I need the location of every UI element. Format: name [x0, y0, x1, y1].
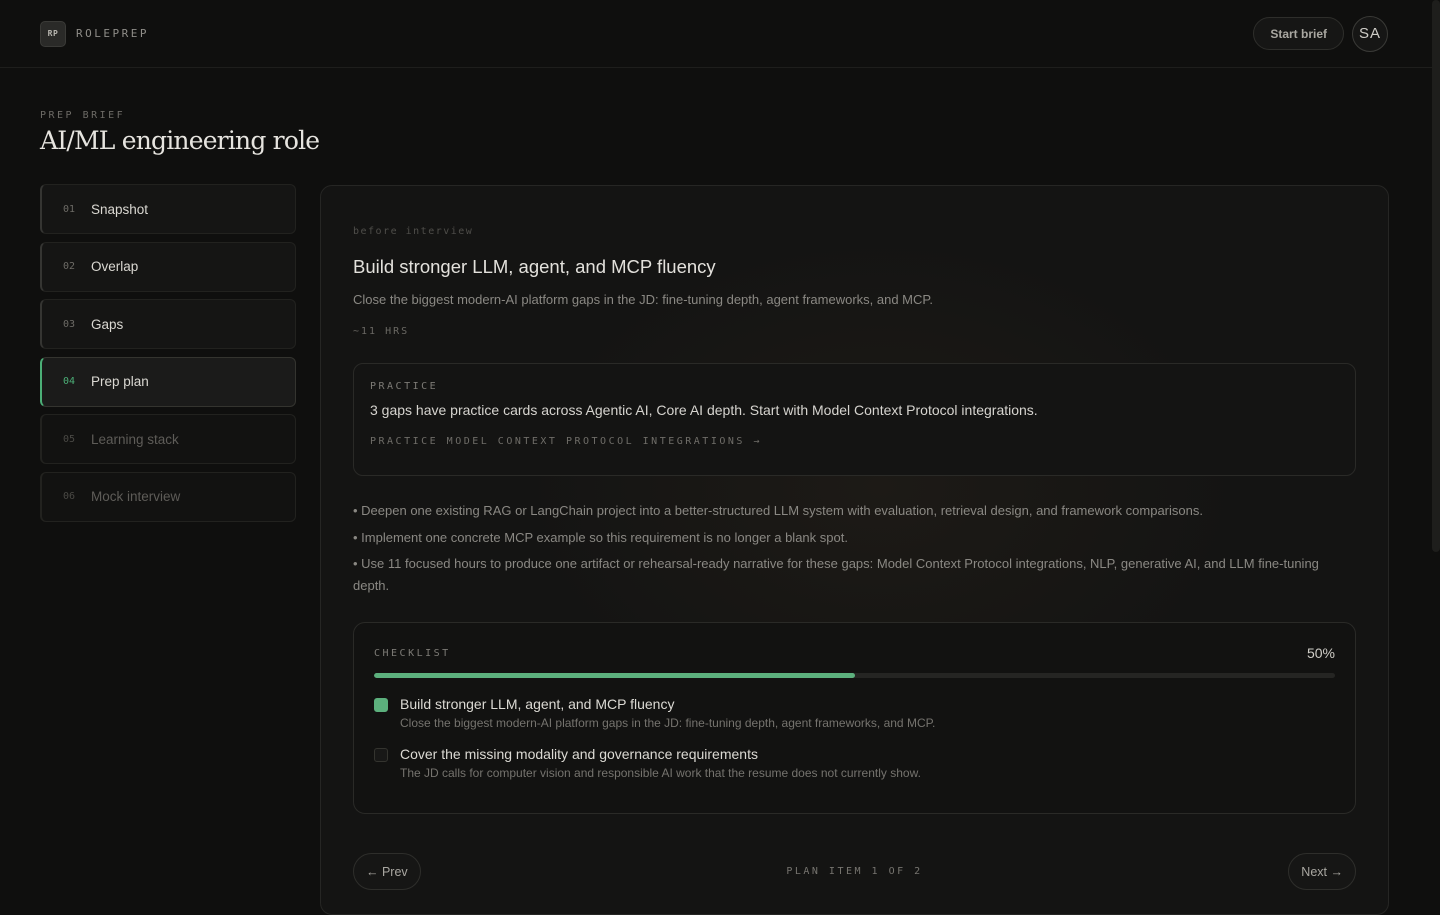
nav-item-overlap[interactable]: 02 Overlap [40, 241, 296, 292]
nav-item-number: 06 [63, 491, 76, 502]
plan-item-bullets: • Deepen one existing RAG or LangChain p… [353, 500, 1358, 602]
practice-text: 3 gaps have practice cards across Agenti… [370, 402, 1038, 418]
page-title: AI/ML engineering role [40, 126, 320, 155]
nav-item-label: Learning stack [91, 431, 179, 447]
page-eyebrow: PREP BRIEF [40, 110, 126, 121]
top-bar: RP ROLEPREP Start brief SA [0, 0, 1440, 68]
next-button[interactable]: Next → [1288, 853, 1356, 890]
nav-item-number: 01 [63, 203, 76, 215]
practice-card: PRACTICE 3 gaps have practice cards acro… [353, 363, 1356, 476]
checklist-item-description: Close the biggest modern-AI platform gap… [400, 716, 936, 730]
nav-item-number: 04 [63, 376, 76, 387]
checkbox[interactable] [374, 748, 388, 762]
plan-item-description: Close the biggest modern-AI platform gap… [353, 292, 934, 307]
practice-label: PRACTICE [370, 381, 439, 392]
checklist-progress-bar [374, 673, 1335, 678]
nav-item-learning-stack[interactable]: 05 Learning stack [40, 414, 296, 464]
checklist-item-title: Cover the missing modality and governanc… [400, 746, 758, 762]
brand[interactable]: RP ROLEPREP [40, 20, 149, 47]
checklist-item-description: The JD calls for computer vision and res… [400, 766, 921, 780]
list-item: • Implement one concrete MCP example so … [353, 529, 848, 545]
pager-status: PLAN ITEM 1 OF 2 [786, 866, 923, 877]
start-brief-button[interactable]: Start brief [1253, 17, 1344, 50]
nav-item-label: Mock interview [91, 489, 181, 504]
nav-item-number: 05 [63, 433, 76, 445]
nav-item-prep-plan[interactable]: 04 Prep plan [40, 356, 296, 407]
nav-item-mock-interview[interactable]: 06 Mock interview [40, 471, 296, 522]
nav-item-label: Gaps [91, 316, 124, 332]
practice-link[interactable]: PRACTICE MODEL CONTEXT PROTOCOL INTEGRAT… [370, 436, 762, 447]
checkbox[interactable] [374, 698, 388, 712]
checklist-label: CHECKLIST [374, 647, 451, 659]
section-nav: 01 Snapshot 02 Overlap 03 Gaps 04 Prep p… [40, 184, 296, 529]
plan-item-title: Build stronger LLM, agent, and MCP fluen… [353, 256, 716, 277]
list-item: • Use 11 focused hours to produce one ar… [353, 556, 1319, 593]
nav-item-gaps[interactable]: 03 Gaps [40, 299, 296, 349]
checklist-item: Cover the missing modality and governanc… [374, 746, 1335, 780]
nav-item-label: Overlap [91, 259, 139, 274]
checklist-item: Build stronger LLM, agent, and MCP fluen… [374, 696, 1335, 730]
nav-item-label: Prep plan [91, 374, 149, 389]
nav-item-number: 02 [63, 261, 76, 272]
nav-item-number: 03 [63, 318, 76, 330]
scrollbar[interactable] [1432, 0, 1440, 552]
brand-logo-badge: RP [40, 20, 66, 47]
avatar[interactable]: SA [1352, 15, 1388, 52]
plan-item-panel: before interview Build stronger LLM, age… [320, 185, 1389, 915]
nav-item-label: Snapshot [91, 201, 149, 217]
checklist-item-title: Build stronger LLM, agent, and MCP fluen… [400, 696, 675, 712]
pager: ← Prev PLAN ITEM 1 OF 2 Next → [353, 853, 1356, 890]
checklist-progress-fill [374, 673, 855, 678]
nav-item-snapshot[interactable]: 01 Snapshot [40, 184, 296, 234]
checklist-percent: 50% [1306, 645, 1335, 661]
prev-button[interactable]: ← Prev [353, 853, 421, 890]
brand-name: ROLEPREP [76, 27, 149, 40]
plan-item-timing: before interview [353, 226, 474, 237]
checklist-card: CHECKLIST 50% Build stronger LLM, agent,… [353, 622, 1356, 814]
plan-item-hours: ~11 HRS [353, 326, 410, 337]
list-item: • Deepen one existing RAG or LangChain p… [353, 503, 1203, 518]
